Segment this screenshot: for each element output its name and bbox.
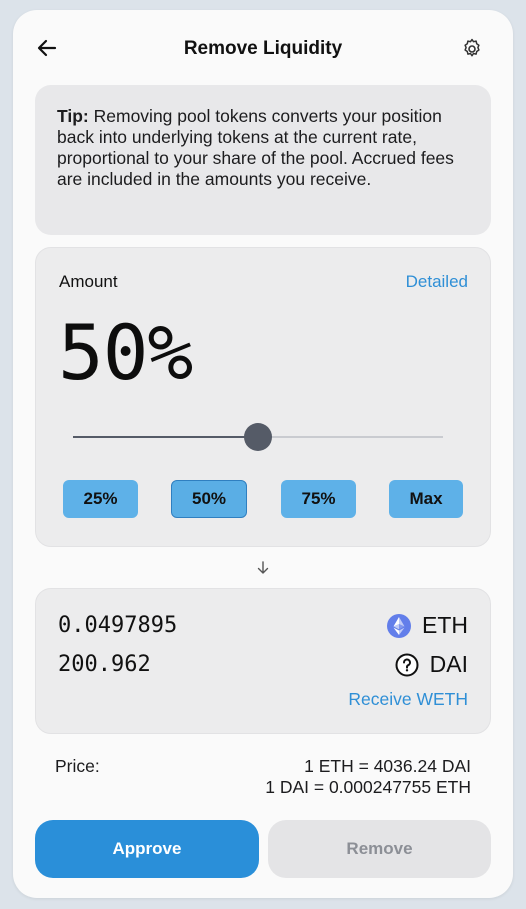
preset-max-button[interactable]: Max bbox=[389, 480, 463, 518]
amount-label: Amount bbox=[59, 272, 118, 291]
dai-token: DAI bbox=[394, 651, 468, 678]
amount-panel: Amount Detailed 50% 25% 50% 75% Max bbox=[35, 247, 491, 547]
amount-slider[interactable] bbox=[73, 423, 443, 453]
eth-token: ETH bbox=[386, 612, 468, 639]
remove-button[interactable]: Remove bbox=[268, 820, 491, 878]
arrow-down-icon bbox=[257, 561, 269, 574]
dai-amount: 200.962 bbox=[58, 652, 151, 677]
preset-75-button[interactable]: 75% bbox=[281, 480, 356, 518]
slider-thumb[interactable] bbox=[244, 423, 272, 451]
preset-50-button[interactable]: 50% bbox=[171, 480, 247, 518]
price-line-eth: 1 ETH = 4036.24 DAI bbox=[304, 756, 471, 776]
eth-amount: 0.0497895 bbox=[58, 613, 178, 638]
detailed-link[interactable]: Detailed bbox=[406, 272, 468, 292]
receive-weth-link[interactable]: Receive WETH bbox=[348, 689, 468, 710]
preset-25-button[interactable]: 25% bbox=[63, 480, 138, 518]
gear-icon[interactable] bbox=[460, 37, 484, 61]
percent-display: 50% bbox=[58, 308, 193, 397]
dai-symbol: DAI bbox=[429, 651, 468, 677]
remove-liquidity-card: Remove Liquidity Tip: Removing pool toke… bbox=[13, 10, 513, 898]
eth-symbol: ETH bbox=[422, 612, 468, 638]
page-title: Remove Liquidity bbox=[183, 38, 343, 59]
approve-button[interactable]: Approve bbox=[35, 820, 259, 878]
output-panel: 0.0497895 ETH 200.962 DAI Receive WETH bbox=[35, 588, 491, 734]
price-label: Price: bbox=[55, 756, 100, 776]
tip-text: Removing pool tokens converts your posit… bbox=[57, 106, 454, 189]
price-values: 1 ETH = 4036.24 DAI 1 DAI = 0.000247755 … bbox=[265, 756, 471, 798]
ethereum-icon bbox=[386, 613, 412, 639]
tip-box: Tip: Removing pool tokens converts your … bbox=[35, 85, 491, 235]
header: Remove Liquidity bbox=[13, 10, 513, 90]
unknown-token-icon bbox=[394, 652, 420, 678]
tip-label: Tip: bbox=[57, 106, 89, 126]
slider-fill bbox=[73, 436, 258, 438]
price-line-dai: 1 DAI = 0.000247755 ETH bbox=[265, 777, 471, 797]
